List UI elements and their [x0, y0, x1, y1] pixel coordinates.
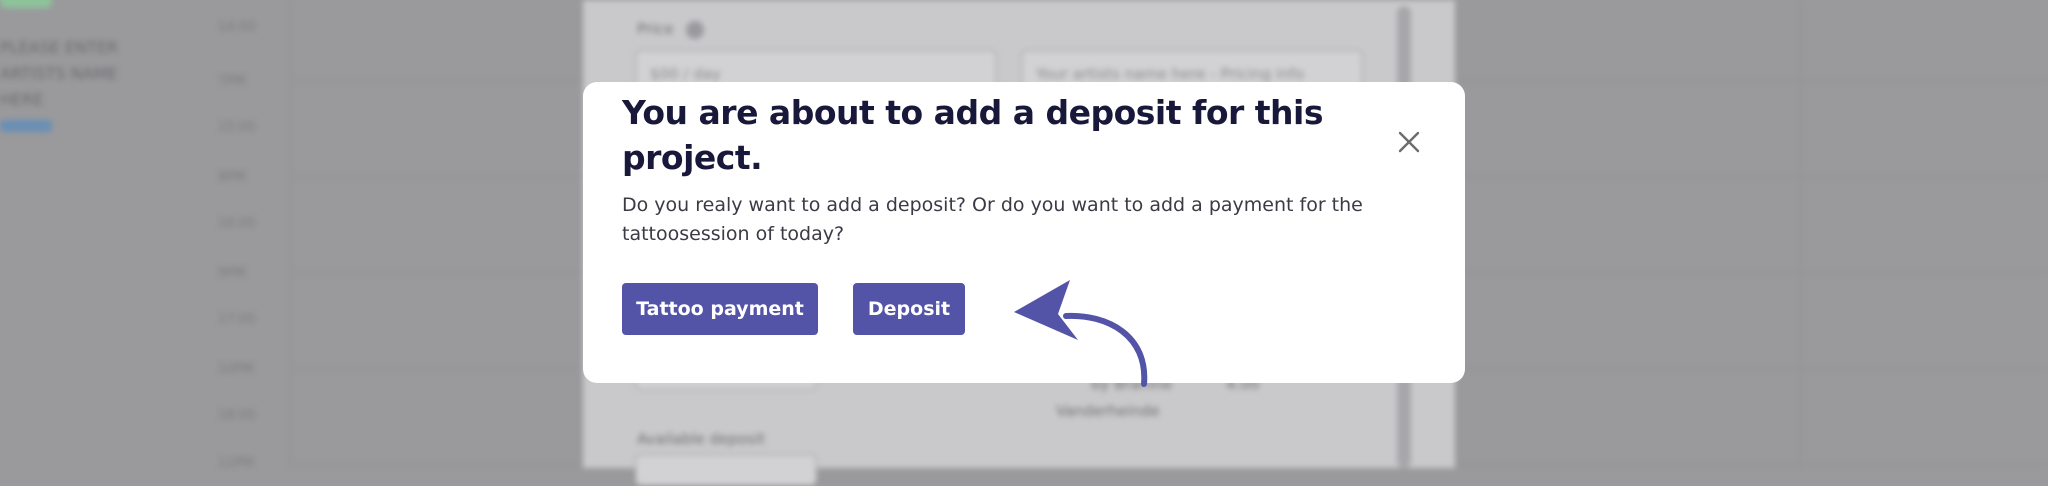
artist-name: Vanderheinde: [1056, 402, 1160, 420]
time-label: 17:00: [218, 312, 256, 327]
close-icon: [1398, 131, 1420, 153]
price-label: Price: [637, 20, 674, 38]
close-button[interactable]: [1391, 124, 1427, 160]
time-label: 18:00: [218, 408, 256, 423]
modal-message: Do you realy want to add a deposit? Or d…: [622, 194, 1363, 245]
status-pill: [0, 0, 52, 8]
grid-line: [1800, 0, 1801, 468]
time-label: 7PM: [218, 74, 246, 89]
deposit-field: [635, 454, 817, 486]
time-label: 14:00: [218, 20, 256, 35]
time-label: 8PM: [218, 170, 246, 185]
modal-title: You are about to add a deposit for this …: [622, 93, 1323, 177]
time-label: 16:00: [218, 216, 256, 231]
time-label: 9PM: [218, 266, 246, 281]
artist-name-line: HERE: [0, 90, 44, 109]
info-icon: [686, 21, 704, 39]
grid-line: [290, 0, 291, 468]
time-label: 11PM: [218, 456, 254, 471]
deposit-button[interactable]: Deposit: [853, 283, 965, 335]
artist-name-line: PLEASE ENTER: [0, 38, 119, 57]
link-placeholder: [0, 120, 52, 132]
time-label: 15:00: [218, 120, 256, 135]
curved-arrow-icon: [1014, 280, 1148, 387]
tattoo-payment-button[interactable]: Tattoo payment: [622, 283, 818, 335]
artist-name-line: ARTISTS NAME: [0, 64, 118, 83]
time-label: 10PM: [218, 362, 254, 377]
available-deposit-label: Available deposit: [637, 430, 765, 448]
